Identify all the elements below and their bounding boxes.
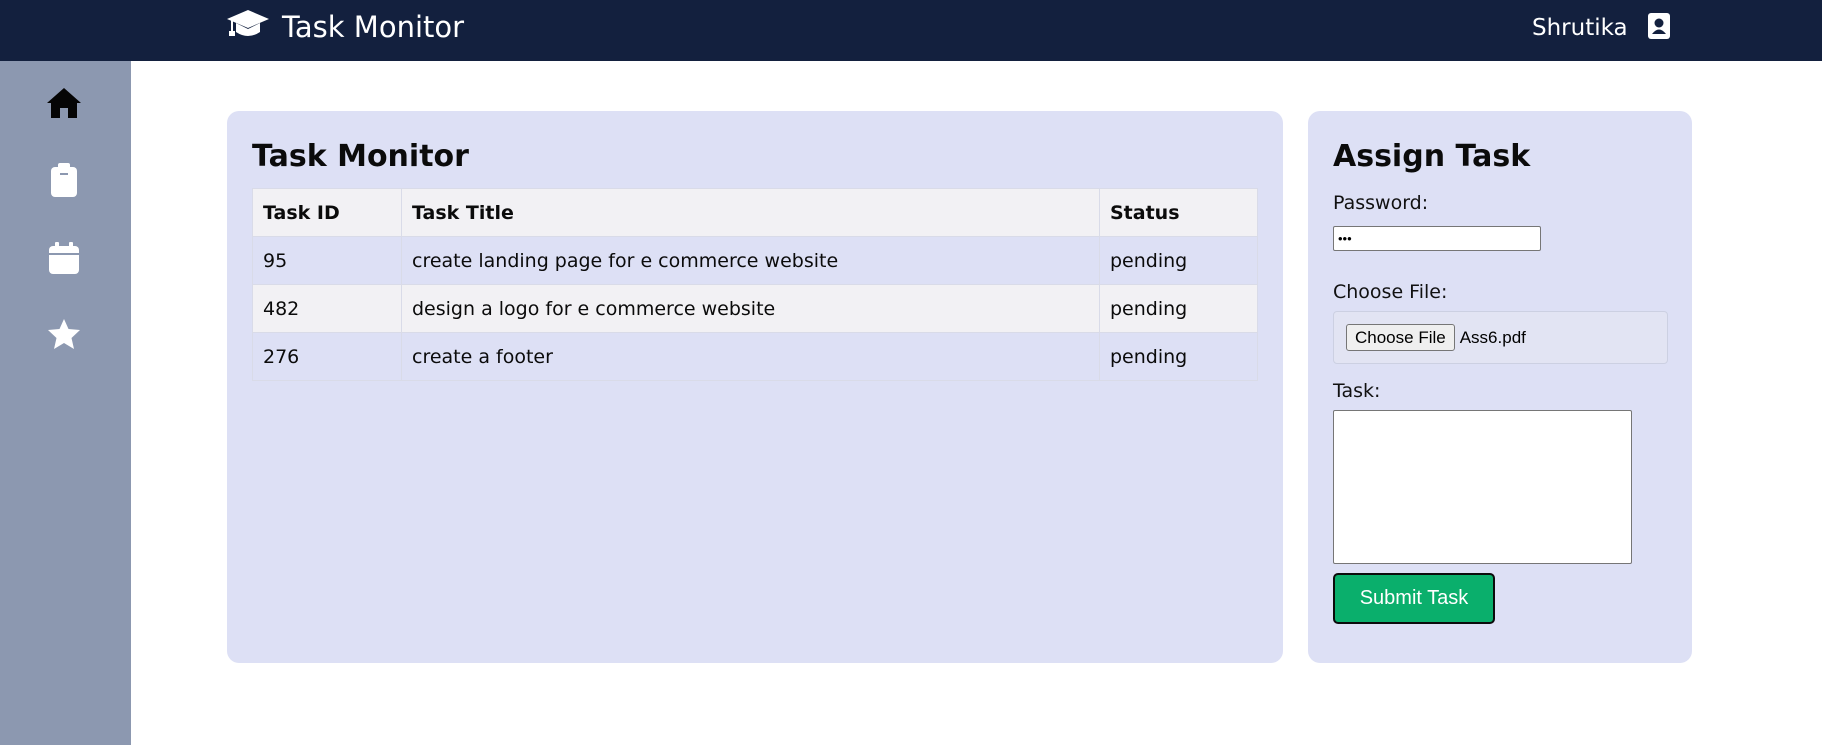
task-title-cell: design a logo for e commerce website <box>401 284 1100 333</box>
home-icon <box>46 87 82 123</box>
column-header-status: Status <box>1099 188 1258 237</box>
choose-file-button[interactable]: Choose File <box>1346 324 1455 351</box>
calendar-icon <box>49 242 79 278</box>
password-field[interactable] <box>1333 226 1541 251</box>
password-label: Password: <box>1333 192 1429 214</box>
table-row: 276 create a footer pending <box>252 332 1258 381</box>
sidebar-item-calendar[interactable] <box>45 241 83 279</box>
task-table: Task ID Task Title Status 95 create land… <box>252 188 1258 381</box>
task-id-cell: 95 <box>252 236 402 285</box>
user-menu[interactable]: Shrutika <box>1532 12 1670 44</box>
sidebar <box>0 61 131 745</box>
user-name: Shrutika <box>1532 15 1628 41</box>
task-status-cell: pending <box>1099 284 1258 333</box>
brand[interactable]: Task Monitor <box>226 8 464 46</box>
submit-task-button[interactable]: Submit Task <box>1333 573 1495 624</box>
clipboard-icon <box>51 163 77 201</box>
task-title-cell: create landing page for e commerce websi… <box>401 236 1100 285</box>
column-header-task-id: Task ID <box>252 188 402 237</box>
task-label: Task: <box>1333 380 1381 402</box>
task-monitor-panel: Task Monitor Task ID Task Title Status 9… <box>227 111 1283 663</box>
task-textarea[interactable] <box>1333 410 1632 564</box>
task-title-cell: create a footer <box>401 332 1100 381</box>
file-label: Choose File: <box>1333 281 1448 303</box>
file-picker: Choose File Ass6.pdf <box>1333 311 1668 364</box>
star-icon <box>47 318 81 354</box>
task-status-cell: pending <box>1099 332 1258 381</box>
task-id-cell: 482 <box>252 284 402 333</box>
task-status-cell: pending <box>1099 236 1258 285</box>
panel-title: Task Monitor <box>252 139 469 174</box>
task-id-cell: 276 <box>252 332 402 381</box>
sidebar-item-tasks[interactable] <box>45 163 83 201</box>
selected-file-name: Ass6.pdf <box>1459 327 1526 347</box>
graduation-cap-icon <box>226 8 270 46</box>
sidebar-item-favorites[interactable] <box>45 317 83 355</box>
assign-task-panel: Assign Task Password: Choose File: Choos… <box>1308 111 1692 663</box>
table-row: 95 create landing page for e commerce we… <box>252 236 1258 285</box>
top-navbar: Task Monitor Shrutika <box>0 0 1822 61</box>
table-header-row: Task ID Task Title Status <box>252 188 1258 237</box>
sidebar-item-home[interactable] <box>45 86 83 124</box>
contact-card-icon[interactable] <box>1647 13 1670 43</box>
panel-title: Assign Task <box>1333 139 1531 174</box>
app-title: Task Monitor <box>282 10 465 44</box>
column-header-task-title: Task Title <box>401 188 1100 237</box>
table-row: 482 design a logo for e commerce website… <box>252 284 1258 333</box>
